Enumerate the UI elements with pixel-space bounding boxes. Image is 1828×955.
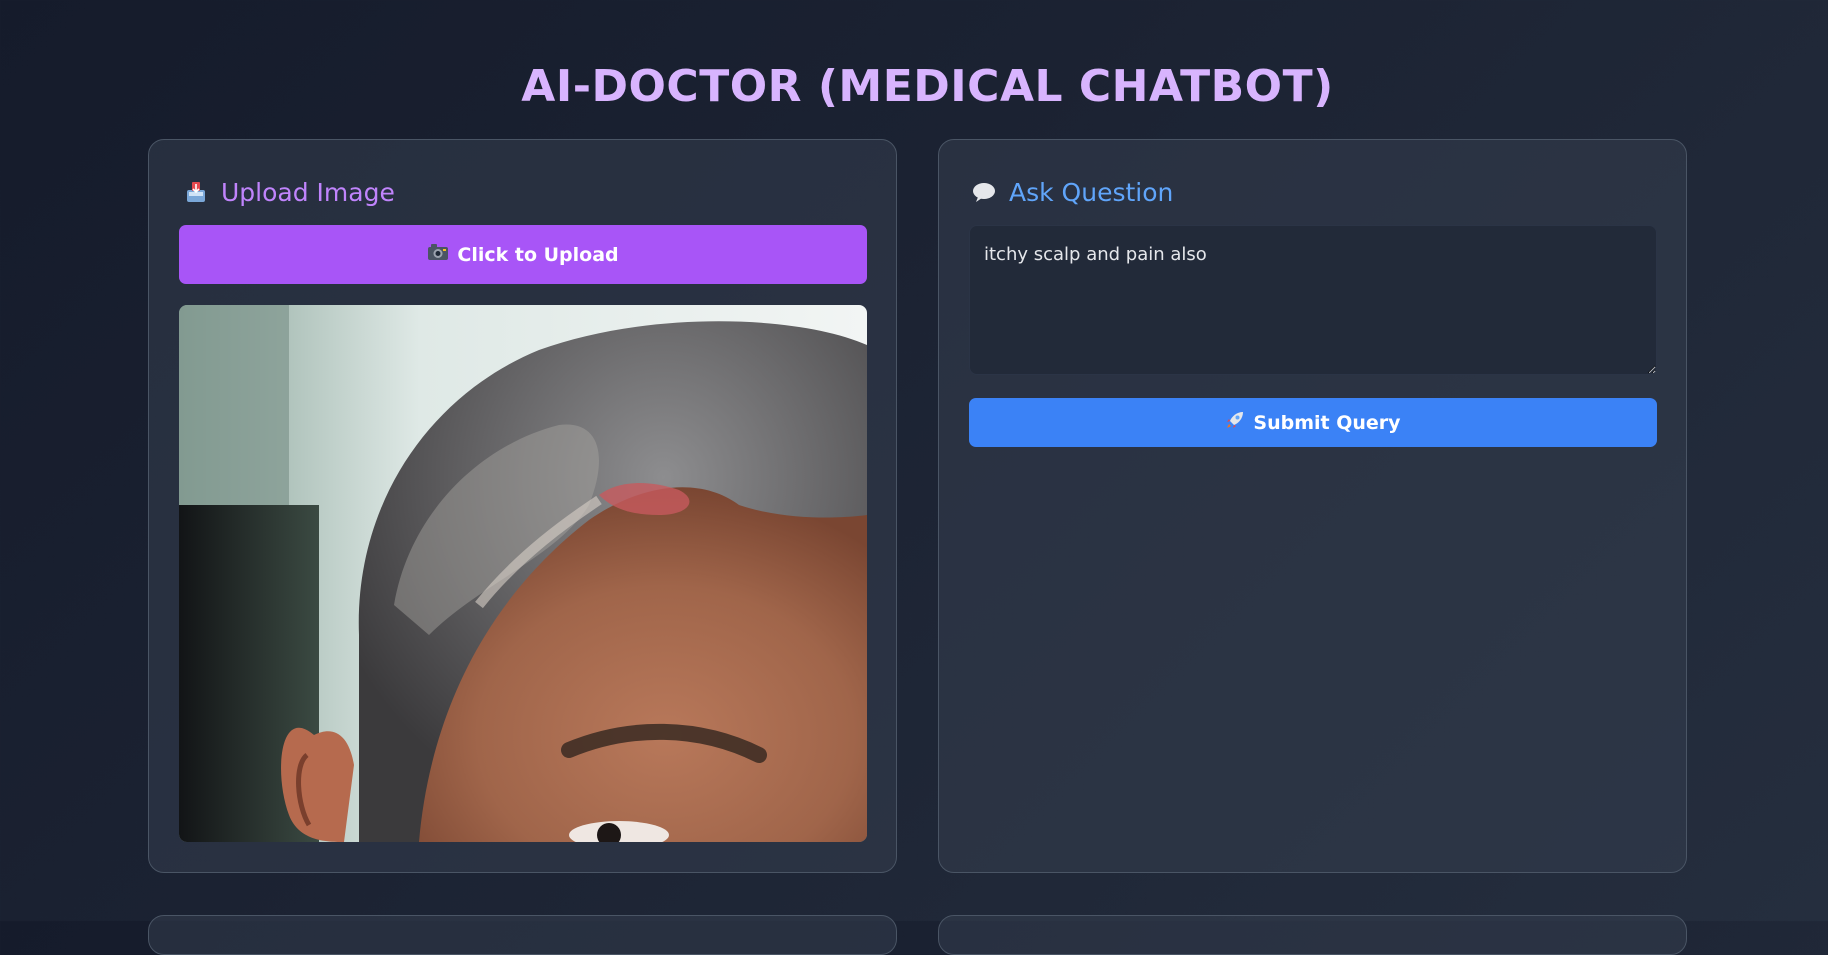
click-to-upload-label: Click to Upload	[457, 243, 619, 266]
page-title: AI-DOCTOR (MEDICAL CHATBOT)	[521, 61, 1334, 113]
upload-image-header: Upload Image	[183, 172, 395, 212]
camera-icon	[427, 243, 449, 266]
submit-query-button[interactable]: Submit Query	[969, 398, 1657, 447]
ask-question-title: Ask Question	[1009, 177, 1174, 207]
submit-query-label: Submit Query	[1253, 411, 1401, 434]
rocket-icon	[1225, 410, 1245, 435]
question-input[interactable]: itchy scalp and pain also	[969, 225, 1657, 375]
speech-balloon-icon	[971, 179, 997, 205]
ask-question-header: Ask Question	[971, 172, 1173, 212]
lower-card-left	[148, 915, 897, 955]
uploaded-image-preview	[179, 305, 867, 842]
ask-question-card: Ask Question itchy scalp and pain also S…	[938, 139, 1687, 873]
upload-image-card: Upload Image Click to Upload	[148, 139, 897, 873]
click-to-upload-button[interactable]: Click to Upload	[179, 225, 867, 284]
inbox-tray-icon	[183, 179, 209, 205]
upload-image-title: Upload Image	[221, 177, 395, 207]
lower-card-right	[938, 915, 1687, 955]
